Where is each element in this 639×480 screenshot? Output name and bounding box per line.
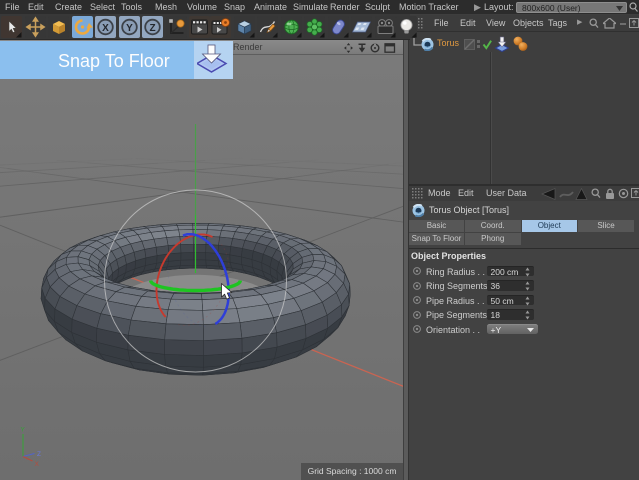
svg-text:Z: Z [149,23,155,34]
svg-text:Y: Y [126,23,133,34]
svg-text:Y: Y [21,427,26,434]
svg-text:X: X [102,23,109,34]
svg-text:Z: Z [37,451,41,458]
svg-text:X: X [35,461,40,468]
